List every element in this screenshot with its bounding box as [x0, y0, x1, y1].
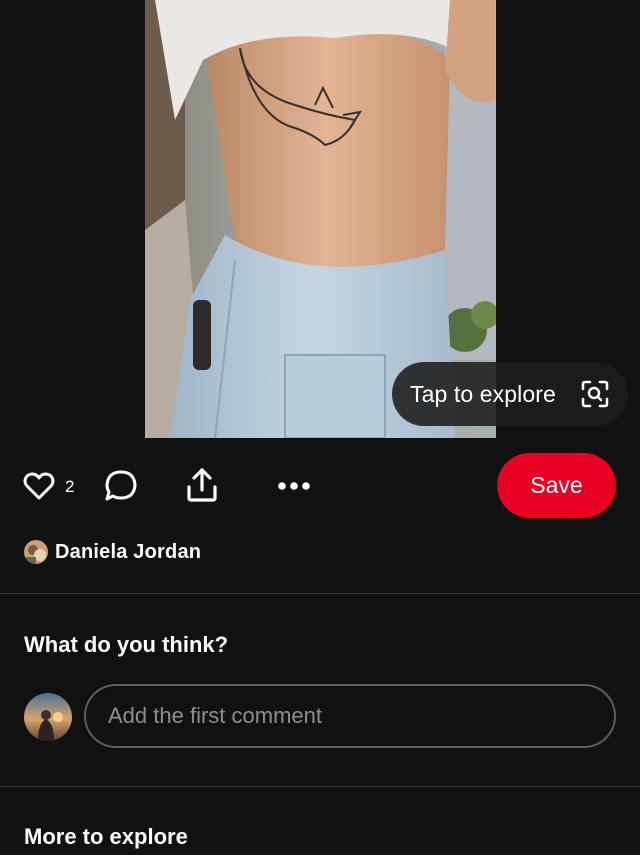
like-count: 2 — [65, 477, 75, 496]
creator-name[interactable]: Daniela Jordan — [55, 541, 201, 564]
share-upload-icon[interactable] — [185, 467, 219, 503]
creator-avatar[interactable] — [24, 540, 48, 564]
current-user-avatar[interactable] — [24, 693, 72, 741]
heart-outline-icon[interactable] — [22, 470, 56, 502]
comment-composer — [24, 684, 616, 750]
pin-action-bar: 2 Save — [0, 450, 640, 522]
divider — [0, 593, 640, 594]
creator-info[interactable]: Daniela Jordan — [24, 538, 201, 566]
more-to-explore-heading: More to explore — [24, 824, 188, 849]
divider — [0, 786, 640, 787]
save-button[interactable]: Save — [497, 453, 616, 518]
ellipsis-icon[interactable] — [276, 476, 312, 496]
tap-to-explore-button[interactable]: Tap to explore — [392, 362, 628, 426]
speech-bubble-icon[interactable] — [104, 469, 138, 503]
comments-heading: What do you think? — [24, 632, 229, 657]
visual-search-lens-icon — [580, 379, 610, 409]
pin-detail-page: Tap to explore 2 Save Daniela Jordan Wha… — [0, 0, 640, 855]
tap-to-explore-label: Tap to explore — [410, 380, 556, 407]
comment-input[interactable] — [84, 684, 616, 748]
